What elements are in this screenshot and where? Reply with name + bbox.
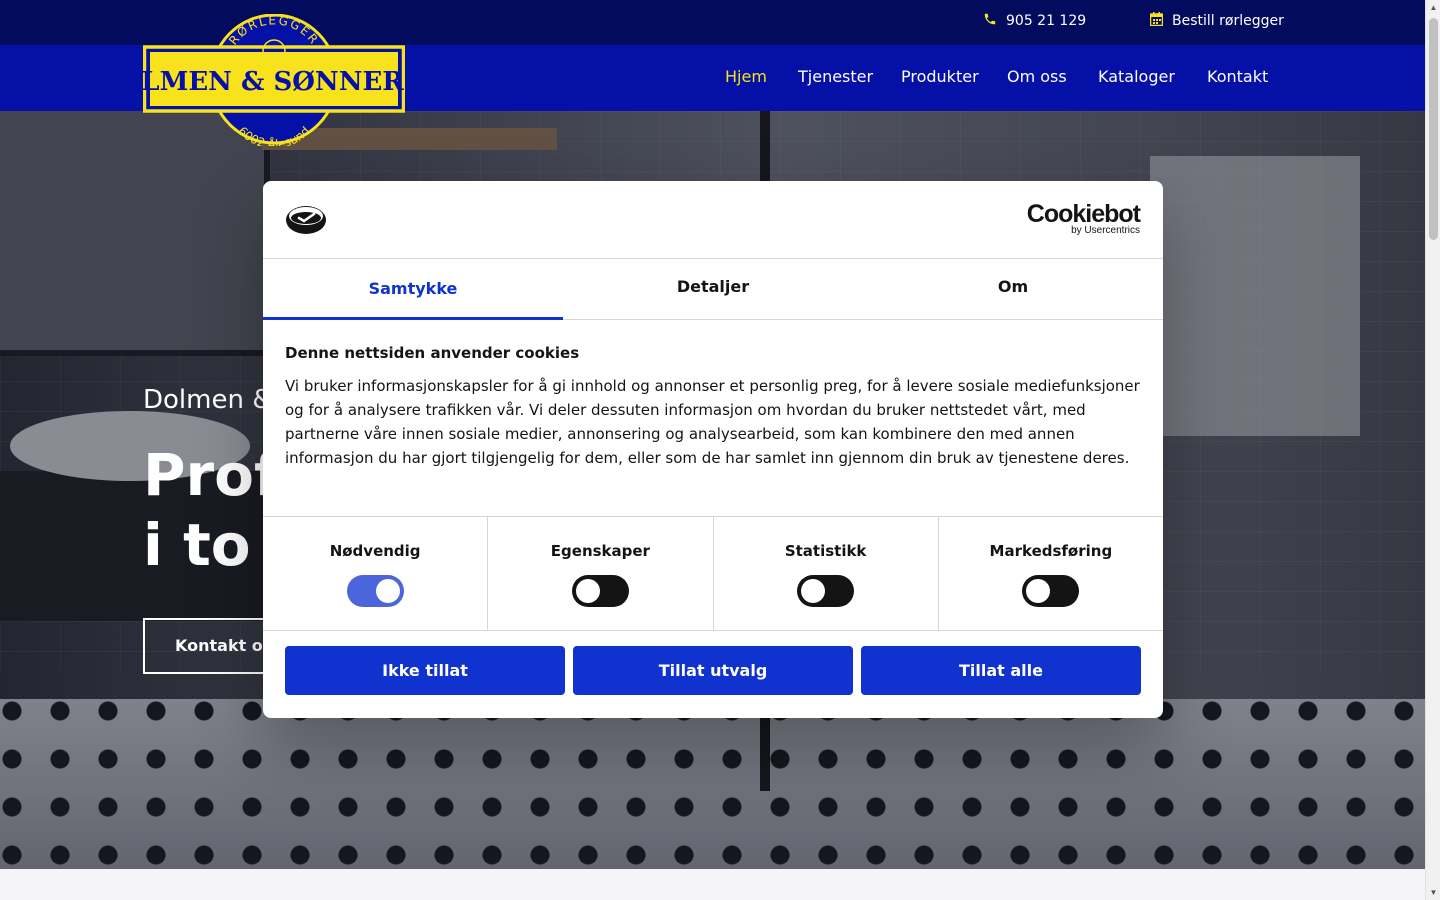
nav-item-kataloger[interactable]: Kataloger — [1098, 67, 1175, 86]
cookie-dialog-header: Cookiebot by Usercentrics — [263, 181, 1163, 259]
phone-number: 905 21 129 — [1006, 13, 1087, 29]
cookie-category-toggles: Nødvendig Egenskaper Statistikk Markedsf… — [263, 517, 1163, 631]
toggle-statistikk[interactable] — [797, 575, 855, 607]
toggle-cell-statistikk: Statistikk — [714, 517, 939, 630]
phone-icon — [982, 12, 998, 30]
cookie-heading: Denne nettsiden anvender cookies — [285, 344, 580, 362]
cookiebot-logo-icon — [285, 203, 327, 240]
tab-detaljer[interactable]: Detaljer — [563, 259, 863, 319]
nav-item-om-oss[interactable]: Om oss — [1007, 67, 1067, 86]
hero-subtitle: Dolmen & — [143, 385, 273, 415]
nav-item-tjenester[interactable]: Tjenester — [798, 67, 873, 86]
toggle-knob — [1026, 579, 1051, 603]
nav-item-kontakt[interactable]: Kontakt — [1207, 67, 1268, 86]
cookie-tabs: Samtykke Detaljer Om — [263, 259, 1163, 320]
cookie-consent-dialog: Cookiebot by Usercentrics Samtykke Detal… — [263, 181, 1163, 718]
cookiebot-brand-name: Cookiebot — [1026, 200, 1141, 228]
phone-link[interactable]: 905 21 129 — [982, 12, 1086, 30]
scroll-down-arrow-icon[interactable]: ▼ — [1429, 888, 1438, 897]
toggle-cell-egenskaper: Egenskaper — [488, 517, 714, 630]
book-plumber-label: Bestill rørlegger — [1172, 13, 1284, 29]
cookie-actions: Ikke tillat Tillat utvalg Tillat alle — [263, 631, 1163, 710]
toggle-knob — [375, 579, 400, 603]
company-logo[interactable]: DOLMEN & SØNNER AS RØRLEGGER 6002 Ålesun… — [96, 13, 452, 151]
allow-selection-button[interactable]: Tillat utvalg — [573, 646, 853, 695]
tab-samtykke[interactable]: Samtykke — [263, 259, 563, 320]
page-scrollbar[interactable]: ▲ ▼ — [1425, 0, 1440, 900]
toggle-label-egenskaper: Egenskaper — [550, 542, 650, 560]
tab-om[interactable]: Om — [863, 259, 1163, 319]
scroll-up-arrow-icon[interactable]: ▲ — [1429, 3, 1438, 12]
scroll-thumb[interactable] — [1429, 18, 1438, 240]
toggle-knob — [575, 579, 600, 603]
allow-all-button[interactable]: Tillat alle — [861, 646, 1141, 695]
cookiebot-brand[interactable]: Cookiebot by Usercentrics — [1026, 200, 1141, 236]
toggle-nodvendig[interactable] — [346, 575, 404, 607]
calendar-icon — [1148, 12, 1164, 30]
deny-button[interactable]: Ikke tillat — [285, 646, 565, 695]
toggle-markedsforing[interactable] — [1022, 575, 1080, 607]
cookie-description: Denne nettsiden anvender cookies Vi bruk… — [263, 320, 1163, 517]
toggle-egenskaper[interactable] — [571, 575, 629, 607]
logo-name: DOLMEN & SØNNER AS — [143, 67, 405, 97]
nav-item-hjem[interactable]: Hjem — [725, 67, 767, 86]
toggle-cell-nodvendig: Nødvendig — [263, 517, 489, 630]
toggle-label-markedsforing: Markedsføring — [989, 542, 1113, 560]
toggle-knob — [801, 579, 826, 603]
toggle-label-statistikk: Statistikk — [784, 542, 867, 560]
book-plumber-link[interactable]: Bestill rørlegger — [1148, 12, 1284, 30]
nav-item-produkter[interactable]: Produkter — [901, 67, 979, 86]
toggle-cell-markedsforing: Markedsføring — [939, 517, 1163, 630]
toggle-label-nodvendig: Nødvendig — [329, 542, 421, 560]
cookie-body-text: Vi bruker informasjonskapsler for å gi i… — [285, 377, 1140, 467]
